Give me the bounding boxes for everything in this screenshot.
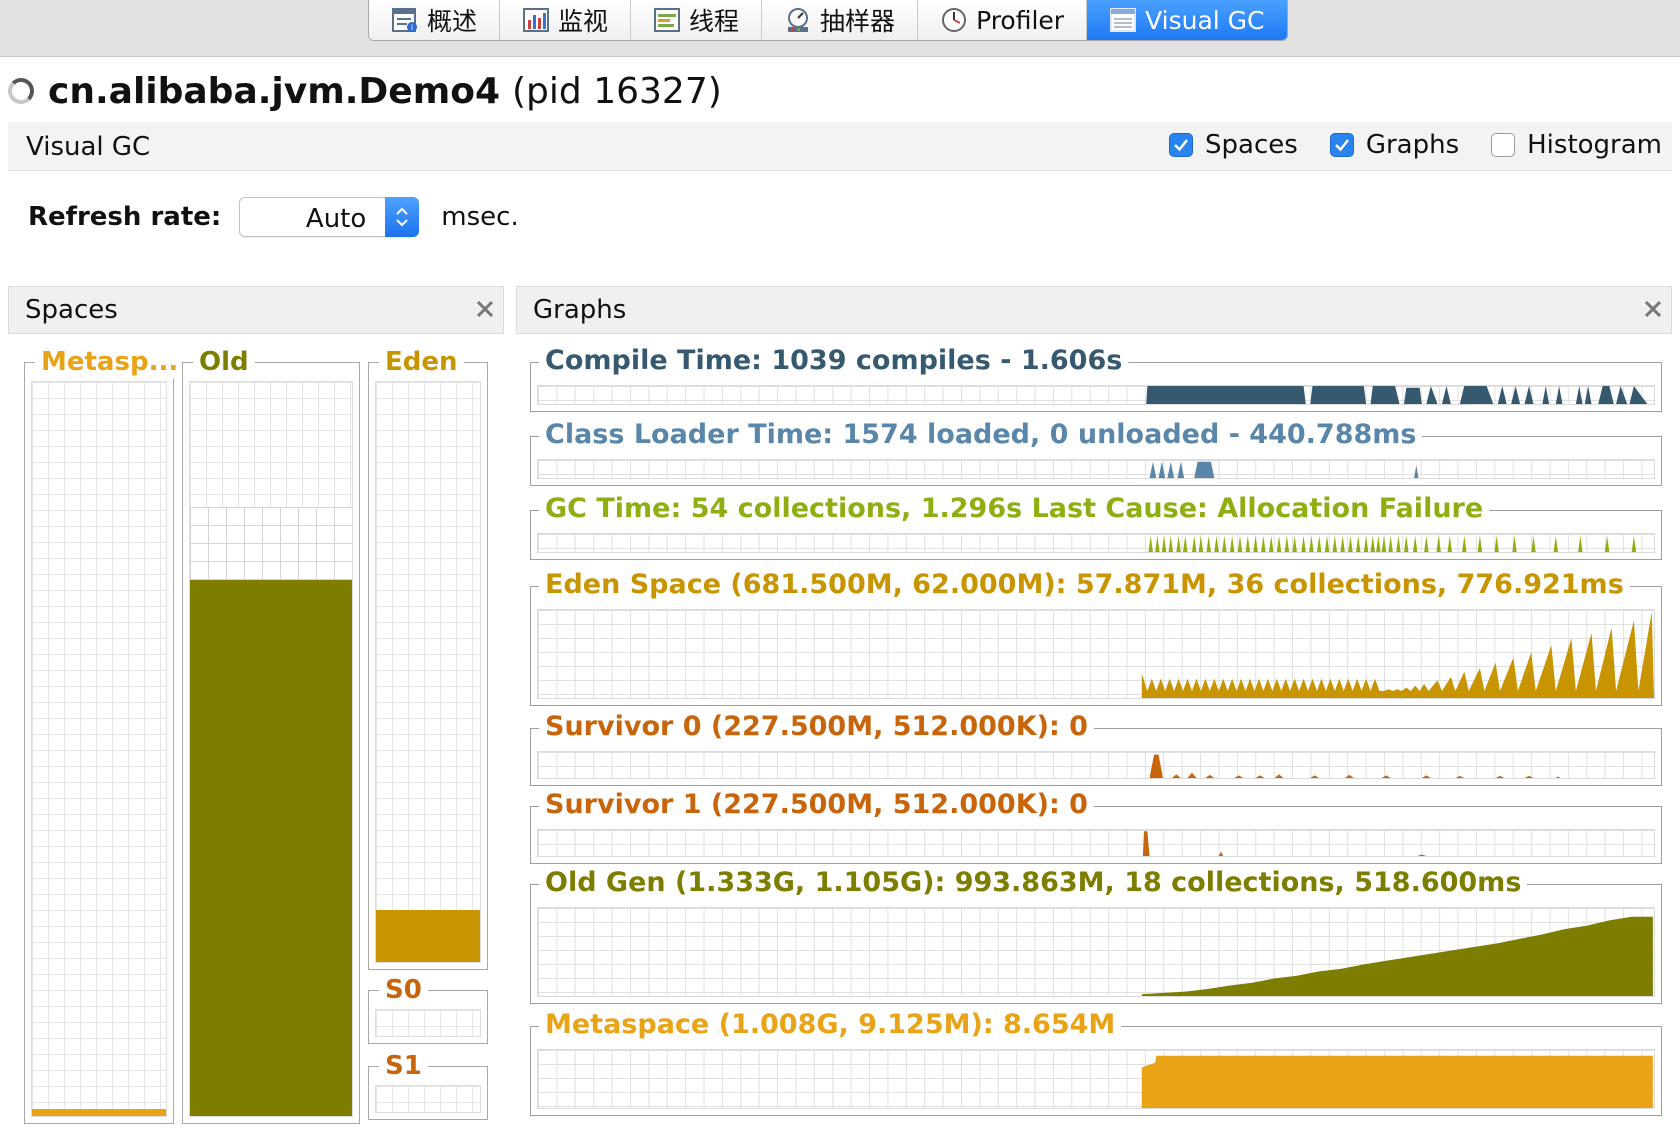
refresh-rate-row: Refresh rate: Auto msec. [28,196,519,238]
metaspace-space-grid [31,381,167,1117]
eden-space-label: Eden [379,345,464,379]
refresh-rate-value: Auto [305,204,367,234]
eden-space-graph: Eden Space (681.500M, 62.000M): 57.871M,… [530,567,1662,706]
histogram-checkbox[interactable]: Histogram [1491,130,1662,160]
visual-gc-header: Visual GC Spaces Graphs Histogram [8,122,1672,171]
tab-label: Visual GC [1145,5,1265,35]
eden-space-graph-label: Eden Space (681.500M, 62.000M): 57.871M,… [539,567,1630,603]
compile-time-plot [537,385,1655,405]
metaspace-graph: Metaspace (1.008G, 9.125M): 8.654M [530,1007,1662,1116]
gc-time-graph: GC Time: 54 collections, 1.296s Last Cau… [530,491,1662,560]
close-icon[interactable] [1641,297,1665,321]
visual-gc-label: Visual GC [26,132,151,162]
old-gen-graph-label: Old Gen (1.333G, 1.105G): 993.863M, 18 c… [539,865,1528,901]
eden-space-grid [375,381,481,963]
tab-label: 抽样器 [820,7,896,36]
metaspace-graph-label: Metaspace (1.008G, 9.125M): 8.654M [539,1007,1122,1043]
tab-threads[interactable]: 线程 [631,0,763,40]
app-class-name: cn.alibaba.jvm.Demo4 [48,70,501,112]
refresh-rate-unit: msec. [441,202,519,232]
class-loader-time-label: Class Loader Time: 1574 loaded, 0 unload… [539,417,1423,453]
metaspace-space: Metasp... [24,345,185,1124]
threads-icon [654,8,681,32]
compile-time-graph: Compile Time: 1039 compiles - 1.606s [530,343,1662,412]
class-loader-time-graph: Class Loader Time: 1574 loaded, 0 unload… [530,417,1662,486]
checkbox-label: Histogram [1527,130,1662,160]
view-options: Spaces Graphs Histogram [1169,130,1662,160]
graphs-checkbox[interactable]: Graphs [1329,130,1460,160]
metaspace-space-label: Metasp... [35,345,185,379]
overview-icon: i [392,8,417,32]
metaspace-space-fill [32,1108,166,1116]
refresh-rate-label: Refresh rate: [28,202,222,232]
survivor1-graph: Survivor 1 (227.500M, 512.000K): 0 [530,787,1662,864]
old-space-fill [190,580,352,1116]
survivor1-plot [537,829,1655,857]
survivor1-space-label: S1 [379,1049,428,1083]
select-stepper-icon[interactable] [385,197,420,237]
eden-space-series [1141,611,1654,698]
eden-space-fill [376,909,480,962]
survivor1-series [1142,831,1427,856]
application-title: cn.alibaba.jvm.Demo4 (pid 16327) [8,66,722,116]
checkbox-label: Spaces [1205,130,1298,160]
loading-spinner-icon [8,78,34,104]
top-toolbar: i 概述 监视 线程 抽样器 Profiler Visual GC [0,0,1680,57]
eden-space-plot [537,609,1655,699]
sampler-icon [788,8,809,32]
survivor0-space: S0 [368,973,488,1044]
graphs-panel-header: Graphs [516,286,1672,334]
close-icon[interactable] [473,297,497,321]
spaces-panel-title: Spaces [25,295,118,325]
gc-time-series [1148,535,1637,552]
survivor0-space-grid [375,1009,481,1037]
class-loader-time-series [1149,461,1419,478]
survivor1-space-grid [375,1085,481,1113]
old-space: Old [182,345,360,1124]
survivor1-space: S1 [368,1049,488,1120]
survivor0-series [1149,754,1561,778]
metaspace-plot [537,1049,1655,1109]
gc-time-label: GC Time: 54 collections, 1.296s Last Cau… [539,491,1490,527]
survivor0-plot [537,751,1655,779]
old-space-grid [189,381,353,1117]
eden-space: Eden [368,345,488,970]
checkbox-unchecked-icon[interactable] [1491,133,1516,157]
spaces-checkbox[interactable]: Spaces [1169,130,1298,160]
spaces-panel-header: Spaces [8,286,504,334]
app-pid: (pid 16327) [512,70,722,112]
survivor1-graph-label: Survivor 1 (227.500M, 512.000K): 0 [539,787,1094,823]
monitor-icon [523,8,550,32]
refresh-rate-select[interactable]: Auto [239,197,420,237]
tab-monitor[interactable]: 监视 [500,0,632,40]
tab-profiler[interactable]: Profiler [918,0,1088,40]
profiler-icon [942,8,967,32]
tab-strip: i 概述 监视 线程 抽样器 Profiler Visual GC [368,0,1288,41]
gc-time-plot [537,533,1655,553]
tab-overview[interactable]: i 概述 [369,0,501,40]
survivor0-graph-label: Survivor 0 (227.500M, 512.000K): 0 [539,709,1094,745]
old-gen-graph: Old Gen (1.333G, 1.105G): 993.863M, 18 c… [530,865,1662,1004]
tab-label: 监视 [558,7,609,36]
compile-time-label: Compile Time: 1039 compiles - 1.606s [539,343,1129,379]
old-gen-plot [537,907,1655,997]
graphs-panel-title: Graphs [533,295,627,325]
compile-time-series [1146,386,1648,404]
tab-label: Profiler [976,5,1065,35]
survivor0-space-label: S0 [379,973,428,1007]
tab-visual-gc[interactable]: Visual GC [1087,0,1287,40]
tab-sampler[interactable]: 抽样器 [762,0,919,40]
checkbox-label: Graphs [1365,130,1460,160]
checkbox-checked-icon[interactable] [1169,133,1194,157]
metaspace-series [1141,1055,1653,1108]
svg-text:i: i [411,23,413,32]
class-loader-time-plot [537,459,1655,479]
old-space-label: Old [193,345,255,379]
visual-gc-icon [1110,8,1137,32]
tab-label: 线程 [689,7,740,36]
survivor0-graph: Survivor 0 (227.500M, 512.000K): 0 [530,709,1662,786]
checkbox-checked-icon[interactable] [1329,133,1354,157]
old-gen-series [1141,916,1653,996]
tab-label: 概述 [427,7,478,36]
